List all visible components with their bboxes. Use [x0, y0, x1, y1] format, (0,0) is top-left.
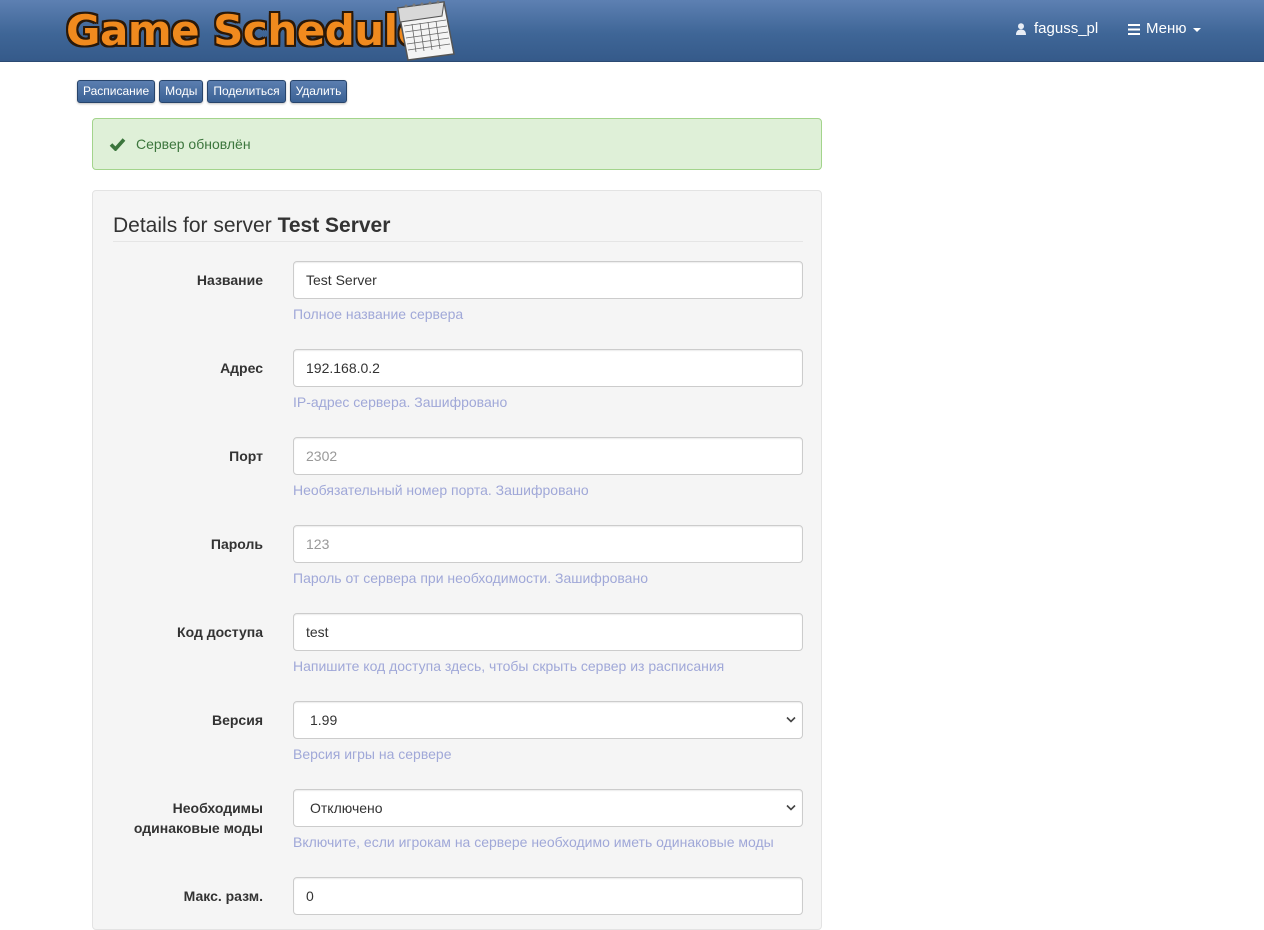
top-navbar: Game Schedule faguss_pl Меню	[0, 0, 1264, 62]
max-size-input[interactable]: 0	[293, 877, 803, 915]
version-label: Версия	[211, 712, 263, 728]
password-label: Пароль	[210, 536, 263, 552]
alert-text: Сервер обновлён	[136, 136, 251, 152]
max-size-label: Макс. разм.	[183, 888, 263, 904]
server-details-panel: Details for server Test Server Название …	[92, 190, 822, 930]
name-input[interactable]: Test Server	[293, 261, 803, 299]
version-selected-value: 1.99	[310, 712, 338, 728]
chevron-down-icon	[786, 716, 796, 723]
equal-mods-label-line1: Необходимы	[172, 800, 263, 816]
name-label: Название	[196, 272, 263, 288]
access-code-label: Код доступа	[177, 624, 263, 640]
version-help: Версия игры на сервере	[293, 746, 452, 762]
address-help: IP-адрес сервера. Зашифровано	[293, 394, 508, 410]
app-logo[interactable]: Game Schedule	[66, 4, 426, 58]
panel-title-prefix: Details for server	[113, 214, 272, 237]
menu-label: Меню	[1146, 20, 1187, 37]
user-menu[interactable]: faguss_pl	[1016, 18, 1098, 40]
schedule-button[interactable]: Расписание	[77, 80, 156, 103]
address-input[interactable]: 192.168.0.2	[293, 349, 803, 387]
equal-mods-help: Включите, если игрокам на сервере необхо…	[293, 834, 774, 850]
server-actions: Расписание Моды Поделиться Удалить	[77, 80, 348, 103]
address-label: Адрес	[220, 360, 263, 376]
equal-mods-selected-value: Отключено	[310, 800, 383, 816]
port-help: Необязательный номер порта. Зашифровано	[293, 482, 589, 498]
equal-mods-select[interactable]: Отключено	[293, 789, 803, 827]
access-code-help: Напишите код доступа здесь, чтобы скрыть…	[293, 658, 725, 674]
port-input[interactable]: 2302	[293, 437, 803, 475]
chevron-down-icon	[786, 804, 796, 811]
equal-mods-label: Необходимы одинаковые моды	[93, 798, 263, 838]
calendar-icon	[397, 0, 455, 61]
caret-down-icon	[1192, 28, 1201, 32]
password-help: Пароль от сервера при необходимости. Заш…	[293, 570, 648, 586]
success-alert: Сервер обновлён	[92, 118, 822, 170]
share-button[interactable]: Поделиться	[207, 80, 286, 103]
check-icon	[109, 138, 126, 151]
version-select[interactable]: 1.99	[293, 701, 803, 739]
menu-bars-icon	[1128, 23, 1140, 35]
user-name: faguss_pl	[1034, 20, 1099, 37]
main-menu-toggle[interactable]: Меню	[1128, 18, 1201, 40]
user-icon	[1016, 23, 1026, 35]
panel-title: Details for server Test Server	[113, 211, 803, 242]
panel-title-server-name: Test Server	[277, 214, 391, 237]
equal-mods-label-line2: одинаковые моды	[133, 820, 263, 836]
mods-button[interactable]: Моды	[159, 80, 204, 103]
password-input[interactable]: 123	[293, 525, 803, 563]
name-help: Полное название сервера	[293, 306, 464, 322]
access-code-input[interactable]: test	[293, 613, 803, 651]
port-label: Порт	[229, 448, 263, 464]
delete-button[interactable]: Удалить	[289, 80, 348, 103]
